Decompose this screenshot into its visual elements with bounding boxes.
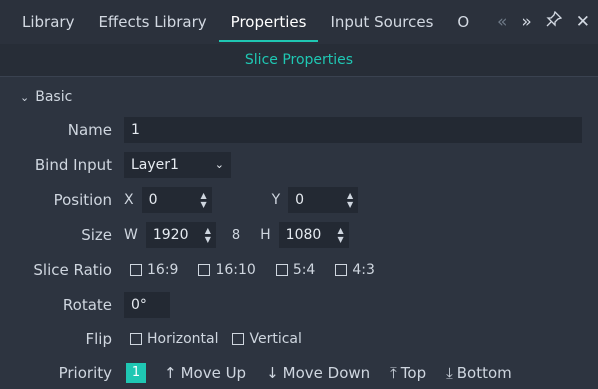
- rotate-label: Rotate: [62, 296, 112, 314]
- chevron-down-icon: ⌄: [20, 90, 30, 104]
- name-row: Name 1: [0, 115, 598, 145]
- tab-library[interactable]: Library: [0, 0, 86, 44]
- position-row: Position X 0 ▲ ▼ Y 0 ▲ ▼: [0, 185, 598, 215]
- flip-option-label: Horizontal: [147, 331, 219, 347]
- close-icon[interactable]: ✕: [576, 0, 590, 44]
- priority-value: 1: [126, 363, 146, 383]
- rotate-input[interactable]: 0°: [124, 292, 170, 318]
- arrow-up-icon: ↑: [164, 364, 177, 382]
- checkbox-icon: [130, 264, 142, 276]
- tab-overflow[interactable]: O: [445, 0, 469, 44]
- w-axis-label: W: [124, 227, 138, 243]
- position-y-input[interactable]: 0 ▲ ▼: [288, 187, 359, 213]
- checkbox-icon: [335, 264, 348, 276]
- spinner-arrows-icon[interactable]: ▲ ▼: [200, 191, 206, 209]
- tab-properties[interactable]: Properties: [218, 0, 319, 44]
- bind-input-label: Bind Input: [34, 156, 112, 174]
- pin-icon[interactable]: [546, 0, 562, 44]
- panel-title: Slice Properties: [0, 44, 598, 77]
- checkbox-icon: [198, 264, 211, 276]
- bind-input-row: Bind Input Layer1 ⌄: [0, 150, 598, 180]
- checkbox-icon: [232, 333, 245, 345]
- tab-input-sources[interactable]: Input Sources: [318, 0, 445, 44]
- bottom-label: Bottom: [456, 364, 512, 382]
- ratio-option-label: 5:4: [292, 262, 316, 278]
- tab-bar: Library Effects Library Properties Input…: [0, 0, 598, 44]
- position-x-input[interactable]: 0 ▲ ▼: [141, 187, 212, 213]
- priority-label: Priority: [58, 364, 112, 382]
- bottom-button[interactable]: ⤓ Bottom: [446, 364, 512, 382]
- move-down-label: Move Down: [282, 364, 371, 382]
- slice-ratio-row: Slice Ratio 16:9 16:10 5:4 4:3: [0, 255, 598, 285]
- h-axis-label: H: [260, 227, 271, 243]
- name-input[interactable]: 1: [124, 117, 582, 143]
- section-label: Basic: [35, 89, 73, 105]
- name-label: Name: [67, 121, 112, 139]
- priority-row: Priority 1 ↑ Move Up ↓ Move Down ⤒ Top ⤓ Bot…: [0, 358, 598, 388]
- arrow-down-icon: ↓: [266, 364, 279, 382]
- ratio-16-9-checkbox[interactable]: 16:9: [130, 262, 178, 278]
- checkbox-icon: [130, 333, 142, 345]
- ratio-4-3-checkbox[interactable]: 4:3: [335, 262, 375, 278]
- section-basic-toggle[interactable]: ⌄ Basic: [20, 89, 72, 105]
- scroll-right-icon[interactable]: »: [521, 0, 531, 44]
- tab-effects-library[interactable]: Effects Library: [86, 0, 218, 44]
- x-axis-label: X: [124, 192, 134, 208]
- flip-label: Flip: [85, 330, 112, 348]
- position-x-value: 0: [148, 192, 158, 208]
- size-row: Size W 1920 ▲ ▼ 8 H 1080 ▲ ▼: [0, 220, 598, 250]
- arrow-to-bottom-icon: ⤓: [446, 364, 453, 382]
- position-y-value: 0: [295, 192, 305, 208]
- flip-vertical-checkbox[interactable]: Vertical: [232, 331, 302, 347]
- ratio-5-4-checkbox[interactable]: 5:4: [275, 262, 316, 278]
- position-label: Position: [53, 191, 112, 209]
- flip-horizontal-checkbox[interactable]: Horizontal: [130, 331, 218, 347]
- ratio-option-label: 16:9: [147, 262, 179, 278]
- spinner-arrows-icon[interactable]: ▲ ▼: [338, 226, 344, 244]
- arrow-to-top-icon: ⤒: [390, 364, 397, 382]
- flip-option-label: Vertical: [249, 331, 302, 347]
- size-h-input[interactable]: 1080 ▲ ▼: [278, 222, 349, 248]
- chevron-down-icon: ⌄: [214, 158, 224, 171]
- ratio-16-10-checkbox[interactable]: 16:10: [198, 262, 256, 278]
- link-aspect-icon[interactable]: 8: [232, 228, 240, 243]
- top-label: Top: [400, 364, 427, 382]
- size-w-input[interactable]: 1920 ▲ ▼: [145, 222, 216, 248]
- slice-ratio-label: Slice Ratio: [33, 261, 112, 279]
- size-h-value: 1080: [285, 227, 322, 243]
- move-up-label: Move Up: [180, 364, 247, 382]
- move-down-button[interactable]: ↓ Move Down: [266, 364, 370, 382]
- y-axis-label: Y: [271, 192, 281, 208]
- bind-input-select[interactable]: Layer1 ⌄: [124, 152, 231, 178]
- size-w-value: 1920: [152, 227, 189, 243]
- top-button[interactable]: ⤒ Top: [390, 364, 426, 382]
- bind-input-value: Layer1: [131, 157, 179, 173]
- ratio-option-label: 4:3: [352, 262, 375, 278]
- checkbox-icon: [275, 264, 288, 276]
- size-label: Size: [81, 226, 112, 244]
- ratio-option-label: 16:10: [215, 262, 256, 278]
- spinner-arrows-icon[interactable]: ▲ ▼: [205, 226, 211, 244]
- move-up-button[interactable]: ↑ Move Up: [164, 364, 246, 382]
- scroll-left-icon[interactable]: «: [497, 0, 507, 44]
- flip-row: Flip Horizontal Vertical: [0, 324, 598, 354]
- rotate-row: Rotate 0°: [0, 290, 598, 320]
- spinner-arrows-icon[interactable]: ▲ ▼: [347, 191, 353, 209]
